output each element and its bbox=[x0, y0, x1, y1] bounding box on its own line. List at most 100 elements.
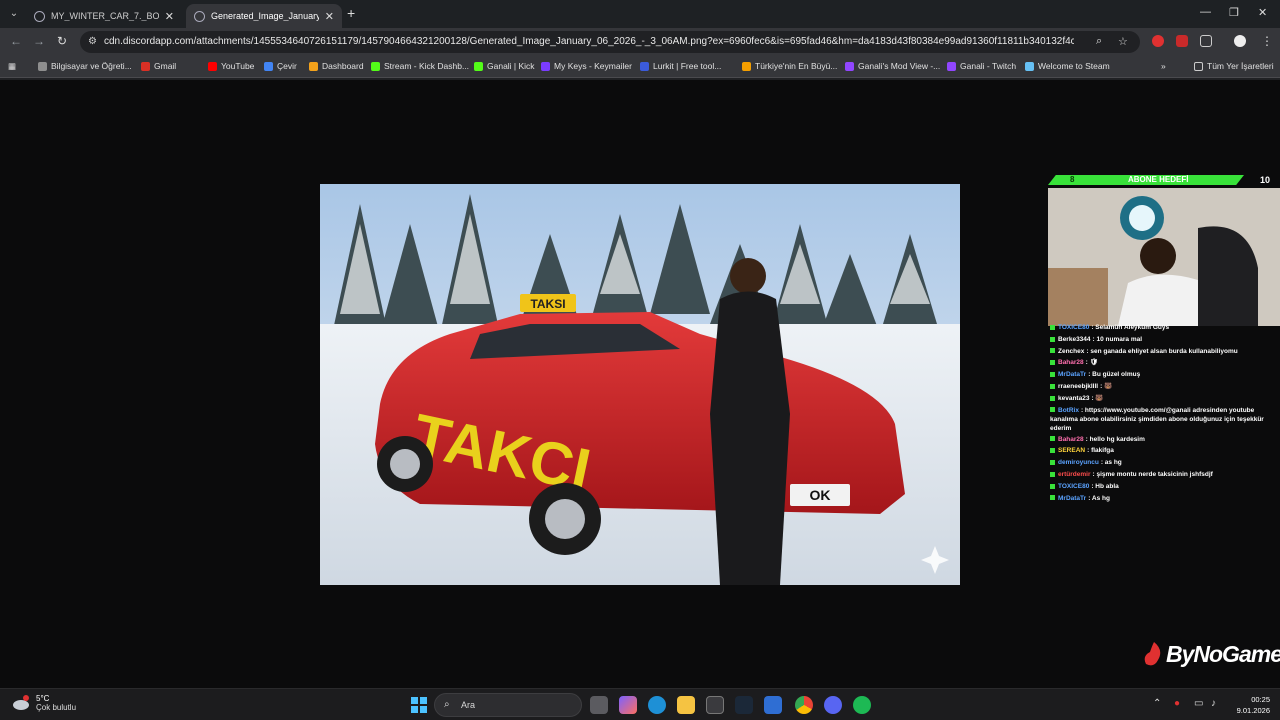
bookmark-star-icon[interactable]: ☆ bbox=[1118, 35, 1128, 48]
restore-icon[interactable]: ❐ bbox=[1229, 6, 1239, 19]
taxi-photo-illustration: TAKSI TAKCI OK bbox=[320, 184, 960, 585]
site-info-icon[interactable]: ⚙ bbox=[88, 36, 97, 47]
chat-badge-icon bbox=[1050, 324, 1055, 330]
all-bookmarks-folder[interactable]: Tüm Yer İşaretleri bbox=[1194, 61, 1274, 71]
extension-red-icon[interactable] bbox=[1152, 35, 1164, 47]
toolbar: ← → ↻ ⚙ cdn.discordapp.com/attachments/1… bbox=[0, 28, 1280, 56]
new-tab-button[interactable]: + bbox=[347, 5, 355, 21]
tab-search-button[interactable]: ⌄ bbox=[6, 6, 22, 22]
mail-icon[interactable] bbox=[764, 696, 782, 714]
task-view-icon[interactable] bbox=[590, 696, 608, 714]
copilot-icon[interactable] bbox=[619, 696, 637, 714]
bookmark-item[interactable]: YouTube bbox=[208, 61, 254, 71]
bookmark-label: Çevir bbox=[277, 61, 297, 71]
bookmark-label: Türkiye'nin En Büyü... bbox=[755, 61, 838, 71]
chat-badge-icon bbox=[1050, 348, 1055, 354]
bookmark-item[interactable]: Çevir bbox=[264, 61, 297, 71]
chat-message: TOXICE80: Hb abla bbox=[1050, 481, 1280, 493]
spotify-icon[interactable] bbox=[853, 696, 871, 714]
microphone-icon[interactable]: ● bbox=[1174, 698, 1180, 709]
chat-badge-icon bbox=[1050, 448, 1055, 454]
edge-icon[interactable] bbox=[648, 696, 666, 714]
system-clock[interactable]: 00:25 9.01.2026 bbox=[1228, 694, 1270, 716]
chat-message: demiroyuncu: as hg bbox=[1050, 457, 1280, 469]
tab-my-winter-car[interactable]: MY_WINTER_CAR_7._BOLUM_c ✕ bbox=[26, 4, 182, 28]
bookmark-favicon-icon bbox=[38, 61, 47, 71]
close-tab-icon[interactable]: ✕ bbox=[325, 10, 334, 23]
license-plate: OK bbox=[810, 487, 831, 503]
bookmark-favicon-icon bbox=[208, 61, 217, 71]
taxi-roof-sign: TAKSI bbox=[530, 297, 565, 311]
volume-icon[interactable]: ♪ bbox=[1211, 698, 1216, 709]
bookmark-item[interactable]: Türkiye'nin En Büyü... bbox=[742, 61, 837, 71]
more-bookmarks-chevron-icon[interactable]: » bbox=[1161, 61, 1166, 71]
bookmark-label: Lurkit | Free tool... bbox=[653, 61, 722, 71]
reload-icon[interactable]: ↻ bbox=[57, 34, 67, 48]
menu-kebab-icon[interactable]: ⋮ bbox=[1261, 34, 1273, 48]
network-icon[interactable]: ▭ bbox=[1194, 698, 1203, 709]
chat-username: TOXICE80 bbox=[1058, 482, 1090, 490]
bookmark-item[interactable]: Dashboard bbox=[309, 61, 364, 71]
url-text[interactable]: cdn.discordapp.com/attachments/145553464… bbox=[104, 36, 1074, 47]
zoom-icon[interactable]: ⌕ bbox=[1096, 35, 1102, 48]
bookmark-item[interactable]: My Keys - Keymailer bbox=[541, 61, 632, 71]
forward-arrow-icon[interactable]: → bbox=[33, 34, 45, 48]
browser-chrome: ⌄ MY_WINTER_CAR_7._BOLUM_c ✕ Generated_I… bbox=[0, 0, 1280, 80]
chat-badge-icon bbox=[1050, 383, 1055, 389]
chat-username: Bahar28 bbox=[1058, 359, 1084, 367]
bookmark-item[interactable]: Lurkit | Free tool... bbox=[640, 61, 721, 71]
chat-username: Zenchex bbox=[1058, 347, 1085, 355]
search-icon: ⌕ bbox=[444, 699, 450, 710]
apps-grid-icon[interactable]: ▦ bbox=[8, 61, 16, 72]
chat-text: : Hb abla bbox=[1091, 482, 1119, 490]
bookmark-favicon-icon bbox=[1025, 61, 1034, 71]
bookmark-item[interactable]: Ganali's Mod View -... bbox=[845, 61, 940, 71]
file-explorer-icon[interactable] bbox=[677, 696, 695, 714]
store-icon[interactable] bbox=[706, 696, 724, 714]
bookmark-favicon-icon bbox=[264, 61, 273, 71]
chat-username: MrDataTr bbox=[1058, 371, 1087, 379]
discord-icon[interactable] bbox=[824, 696, 842, 714]
steam-icon[interactable] bbox=[735, 696, 753, 714]
tray-chevron-icon[interactable]: ⌃ bbox=[1153, 698, 1161, 709]
chat-badge-icon bbox=[1050, 395, 1055, 401]
close-window-icon[interactable]: ✕ bbox=[1258, 6, 1267, 19]
chat-message: ertürdemir: şişme montu nerde taksicinin… bbox=[1050, 469, 1280, 481]
chrome-icon[interactable] bbox=[795, 696, 813, 714]
chat-message: Berke3344: 10 numara mal bbox=[1050, 334, 1280, 346]
chat-username: MrDataTr bbox=[1058, 494, 1087, 502]
goal-max: 10 bbox=[1259, 175, 1270, 185]
flame-logo-icon bbox=[1144, 642, 1161, 666]
chat-text: : 🐻 bbox=[1100, 382, 1113, 390]
chat-username: Bahar28 bbox=[1058, 435, 1084, 443]
tab-generated-image[interactable]: Generated_Image_January_06_ ✕ bbox=[186, 4, 342, 28]
weather-temp: 5°C bbox=[36, 694, 50, 703]
weather-widget[interactable]: 5°C Çok bulutlu bbox=[12, 694, 76, 712]
bookmark-favicon-icon bbox=[141, 61, 150, 71]
bookmark-item[interactable]: Bilgisayar ve Öğreti... bbox=[38, 61, 132, 71]
extension-shield-icon[interactable] bbox=[1176, 35, 1188, 47]
chat-username: ertürdemir bbox=[1058, 470, 1091, 478]
chat-badge-icon bbox=[1050, 471, 1055, 477]
bookmark-label: Ganali's Mod View -... bbox=[858, 61, 941, 71]
windows-start-icon[interactable] bbox=[410, 696, 428, 714]
taskbar-search[interactable]: ⌕ Ara bbox=[434, 693, 582, 717]
back-arrow-icon[interactable]: ← bbox=[10, 34, 22, 48]
close-tab-icon[interactable]: ✕ bbox=[165, 10, 174, 23]
profile-avatar-icon[interactable] bbox=[1234, 35, 1246, 47]
chat-text: : flakifga bbox=[1087, 447, 1114, 455]
bookmark-item[interactable]: Ganali - Twitch bbox=[947, 61, 1016, 71]
bookmark-item[interactable]: Gmail bbox=[141, 61, 176, 71]
chat-badge-icon bbox=[1050, 436, 1055, 442]
chat-text: : şişme montu nerde taksicinin jshfsdjf bbox=[1092, 470, 1213, 478]
bookmark-item[interactable]: Welcome to Steam bbox=[1025, 61, 1110, 71]
extensions-puzzle-icon[interactable] bbox=[1200, 35, 1212, 47]
minimize-icon[interactable]: — bbox=[1200, 6, 1211, 18]
chat-badge-icon bbox=[1050, 407, 1055, 413]
chat-message: Bahar28: hello hg kardesim bbox=[1050, 434, 1280, 446]
chat-message: MrDataTr: As hg bbox=[1050, 493, 1280, 505]
bookmark-item[interactable]: Stream - Kick Dashb... bbox=[371, 61, 469, 71]
bookmark-favicon-icon bbox=[640, 61, 649, 71]
address-bar[interactable]: ⚙ cdn.discordapp.com/attachments/1455534… bbox=[80, 31, 1140, 53]
bookmark-item[interactable]: Ganali | Kick bbox=[474, 61, 535, 71]
